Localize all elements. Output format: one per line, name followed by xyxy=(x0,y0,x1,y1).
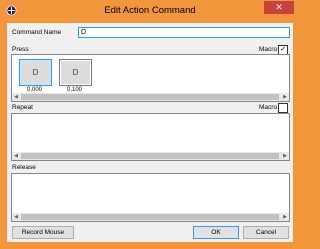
command-name-input[interactable]: D xyxy=(78,27,290,38)
repeat-scrollbar[interactable]: ◀ ▶ xyxy=(12,152,289,160)
press-key-list[interactable]: D 0,000 D 0,100 ◀ ▶ xyxy=(11,54,290,102)
ok-button[interactable]: OK xyxy=(193,226,239,239)
repeat-macro-checkbox[interactable] xyxy=(278,103,288,113)
close-icon: ✕ xyxy=(275,2,283,12)
scroll-right-icon[interactable]: ▶ xyxy=(281,93,289,101)
scroll-left-icon[interactable]: ◀ xyxy=(12,93,20,101)
scroll-left-icon[interactable]: ◀ xyxy=(12,213,20,221)
title-bar[interactable]: Edit Action Command ✕ xyxy=(0,0,300,23)
release-label: Release xyxy=(12,164,36,171)
press-key-2[interactable]: D xyxy=(59,59,92,86)
scroll-right-icon[interactable]: ▶ xyxy=(281,213,289,221)
repeat-macro-label: Macro xyxy=(259,104,278,111)
press-label: Press xyxy=(12,46,29,53)
record-mouse-button[interactable]: Record Mouse xyxy=(12,226,74,239)
scroll-left-icon[interactable]: ◀ xyxy=(12,152,20,160)
close-button[interactable]: ✕ xyxy=(264,1,294,14)
check-icon: ✓ xyxy=(280,46,286,53)
release-scroll-thumb[interactable] xyxy=(21,214,279,220)
press-scrollbar[interactable]: ◀ ▶ xyxy=(12,93,289,101)
cancel-button[interactable]: Cancel xyxy=(243,226,289,239)
repeat-scroll-thumb[interactable] xyxy=(21,153,279,159)
press-macro-label: Macro xyxy=(259,46,278,53)
press-scroll-thumb[interactable] xyxy=(21,94,279,100)
repeat-key-list[interactable]: ◀ ▶ xyxy=(11,113,290,161)
release-key-list[interactable]: ◀ ▶ xyxy=(11,173,290,222)
window-title: Edit Action Command xyxy=(104,5,196,16)
scroll-right-icon[interactable]: ▶ xyxy=(281,152,289,160)
repeat-label: Repeat xyxy=(12,104,33,111)
press-key-1[interactable]: D xyxy=(19,59,52,86)
release-scrollbar[interactable]: ◀ ▶ xyxy=(12,213,289,221)
dialog-body: Command Name D Press Macro ✓ D 0,000 D 0… xyxy=(7,23,293,242)
command-name-label: Command Name xyxy=(12,29,62,36)
